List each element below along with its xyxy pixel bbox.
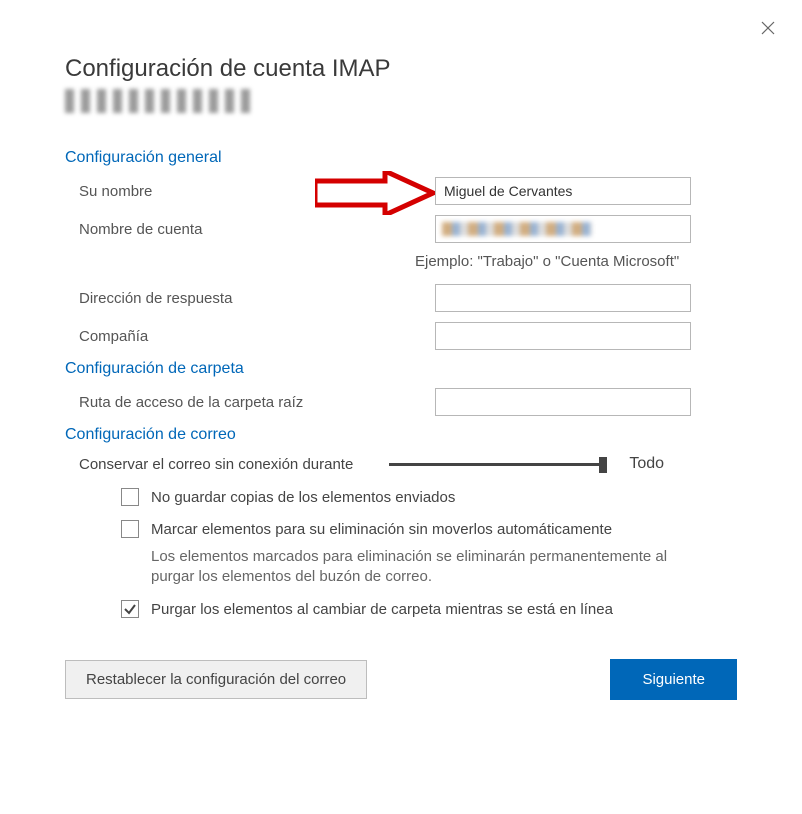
offline-slider[interactable] bbox=[389, 454, 607, 474]
checkbox-no-save-sent-label: No guardar copias de los elementos envia… bbox=[151, 488, 455, 508]
offline-label: Conservar el correo sin conexión durante bbox=[79, 456, 353, 473]
slider-thumb[interactable] bbox=[599, 457, 607, 473]
reply-address-input[interactable] bbox=[435, 284, 691, 312]
account-name-label: Nombre de cuenta bbox=[65, 221, 435, 238]
check-icon bbox=[123, 602, 137, 616]
account-email-redacted bbox=[65, 89, 255, 113]
section-folder-title: Configuración de carpeta bbox=[65, 360, 737, 378]
checkbox-no-save-sent[interactable] bbox=[121, 488, 139, 506]
checkbox-purge[interactable] bbox=[121, 600, 139, 618]
root-path-input[interactable] bbox=[435, 388, 691, 416]
checkbox-purge-label: Purgar los elementos al cambiar de carpe… bbox=[151, 600, 613, 620]
company-label: Compañía bbox=[65, 328, 435, 345]
root-path-label: Ruta de acceso de la carpeta raíz bbox=[65, 394, 435, 411]
account-name-input[interactable] bbox=[435, 215, 691, 243]
reset-mail-settings-button[interactable]: Restablecer la configuración del correo bbox=[65, 660, 367, 699]
company-input[interactable] bbox=[435, 322, 691, 350]
reply-address-label: Dirección de respuesta bbox=[65, 290, 435, 307]
dialog-body: Configuración de cuenta IMAP Configuraci… bbox=[0, 0, 802, 730]
page-title: Configuración de cuenta IMAP bbox=[65, 55, 737, 83]
offline-value: Todo bbox=[629, 455, 664, 473]
slider-track bbox=[389, 463, 607, 466]
account-name-hint: Ejemplo: "Trabajo" o "Cuenta Microsoft" bbox=[415, 253, 737, 270]
next-button[interactable]: Siguiente bbox=[610, 659, 737, 700]
close-button[interactable] bbox=[756, 16, 780, 40]
close-icon bbox=[761, 21, 775, 35]
checkbox-mark-delete-label: Marcar elementos para su eliminación sin… bbox=[151, 520, 612, 540]
section-mail-title: Configuración de correo bbox=[65, 426, 737, 444]
mark-delete-note: Los elementos marcados para eliminación … bbox=[65, 547, 705, 588]
checkbox-mark-delete[interactable] bbox=[121, 520, 139, 538]
section-general-title: Configuración general bbox=[65, 149, 737, 167]
name-label: Su nombre bbox=[65, 183, 435, 200]
name-input[interactable] bbox=[435, 177, 691, 205]
